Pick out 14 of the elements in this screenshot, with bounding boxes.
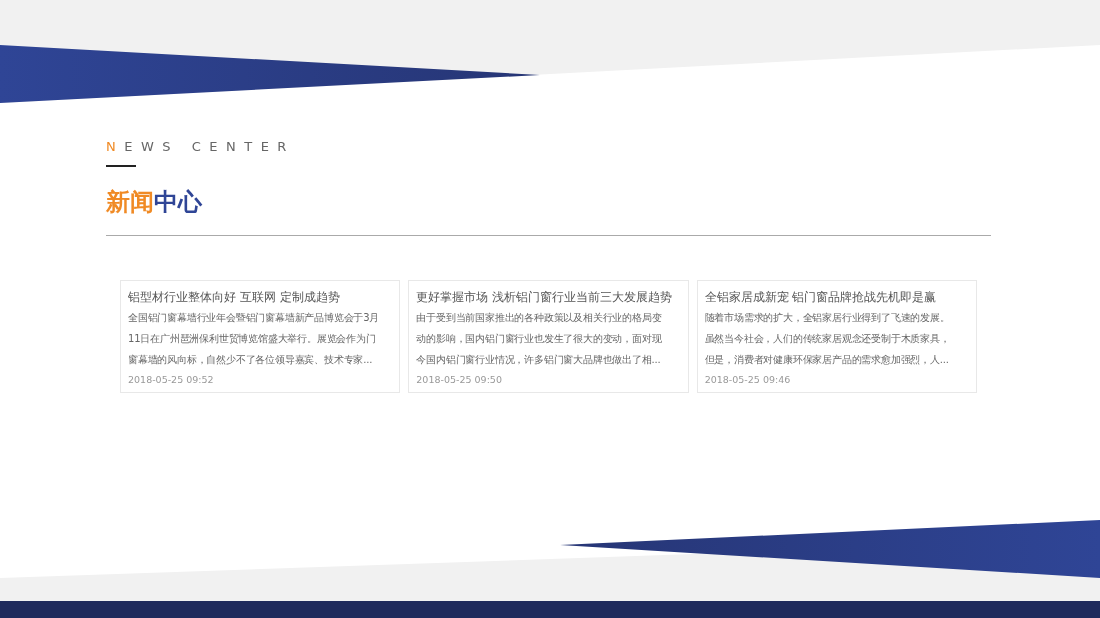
section-subtitle: N EWS CENTER — [106, 138, 296, 156]
section-title: 新闻中心 — [106, 187, 203, 217]
news-excerpt: 由于受到当前国家推出的各种政策以及相关行业的格局变 动的影响，国内铝门窗行业也发生了很大的变动，面对现 今国内铝门窗行业情况，许多铝门窗大品牌也做出了相... — [416, 311, 663, 367]
news-card[interactable]: 全铝家居成新宠 铝门窗品牌抢战先机即是赢 随着市场需求的扩大，全铝家居行业得到了飞速的发展。 虽然当今社会，人们的传统家居观念还受制于木质家具， 但是，消费者对健康环保家居产品的需求愈加强烈，人... 2018-05-25 09:46 — [696, 280, 977, 393]
news-title[interactable]: 更好掌握市场 浅析铝门窗行业当前三大发展趋势 — [416, 289, 681, 305]
news-card[interactable]: 更好掌握市场 浅析铝门窗行业当前三大发展趋势 由于受到当前国家推出的各种政策以及相关行业的格局变 动的影响，国内铝门窗行业也发生了很大的变动，面对现 今国内铝门窗行业情况，许多铝门窗大品牌也做出了相... 2018-05-25 09:50 — [408, 280, 689, 393]
news-date: 2018-05-25 09:50 — [416, 373, 503, 387]
news-date: 2018-05-25 09:52 — [128, 373, 215, 387]
news-date: 2018-05-25 09:46 — [704, 373, 792, 387]
news-title[interactable]: 铝型材行业整体向好 互联网 定制成趋势 — [128, 289, 393, 305]
news-title[interactable]: 全铝家居成新宠 铝门窗品牌抢战先机即是赢 — [704, 289, 969, 305]
news-excerpt: 随着市场需求的扩大，全铝家居行业得到了飞速的发展。 虽然当今社会，人们的传统家居观念还受制于木质家具， 但是，消费者对健康环保家居产品的需求愈加强烈，人... — [704, 311, 951, 367]
news-card[interactable]: 铝型材行业整体向好 互联网 定制成趋势 全国铝门窗幕墙行业年会暨铝门窗幕墙新产品博览会于3月 11日在广州琶洲保利世贸博览馆盛大举行。展览会作为门 窗幕墙的风向标，自然少不了各位领导嘉宾、技术专家... 2018-05-25 09:52 — [120, 280, 401, 393]
news-excerpt: 全国铝门窗幕墙行业年会暨铝门窗幕墙新产品博览会于3月 11日在广州琶洲保利世贸博览馆盛大举行。展览会作为门 窗幕墙的风向标，自然少不了各位领导嘉宾、技术专家... — [128, 311, 381, 367]
